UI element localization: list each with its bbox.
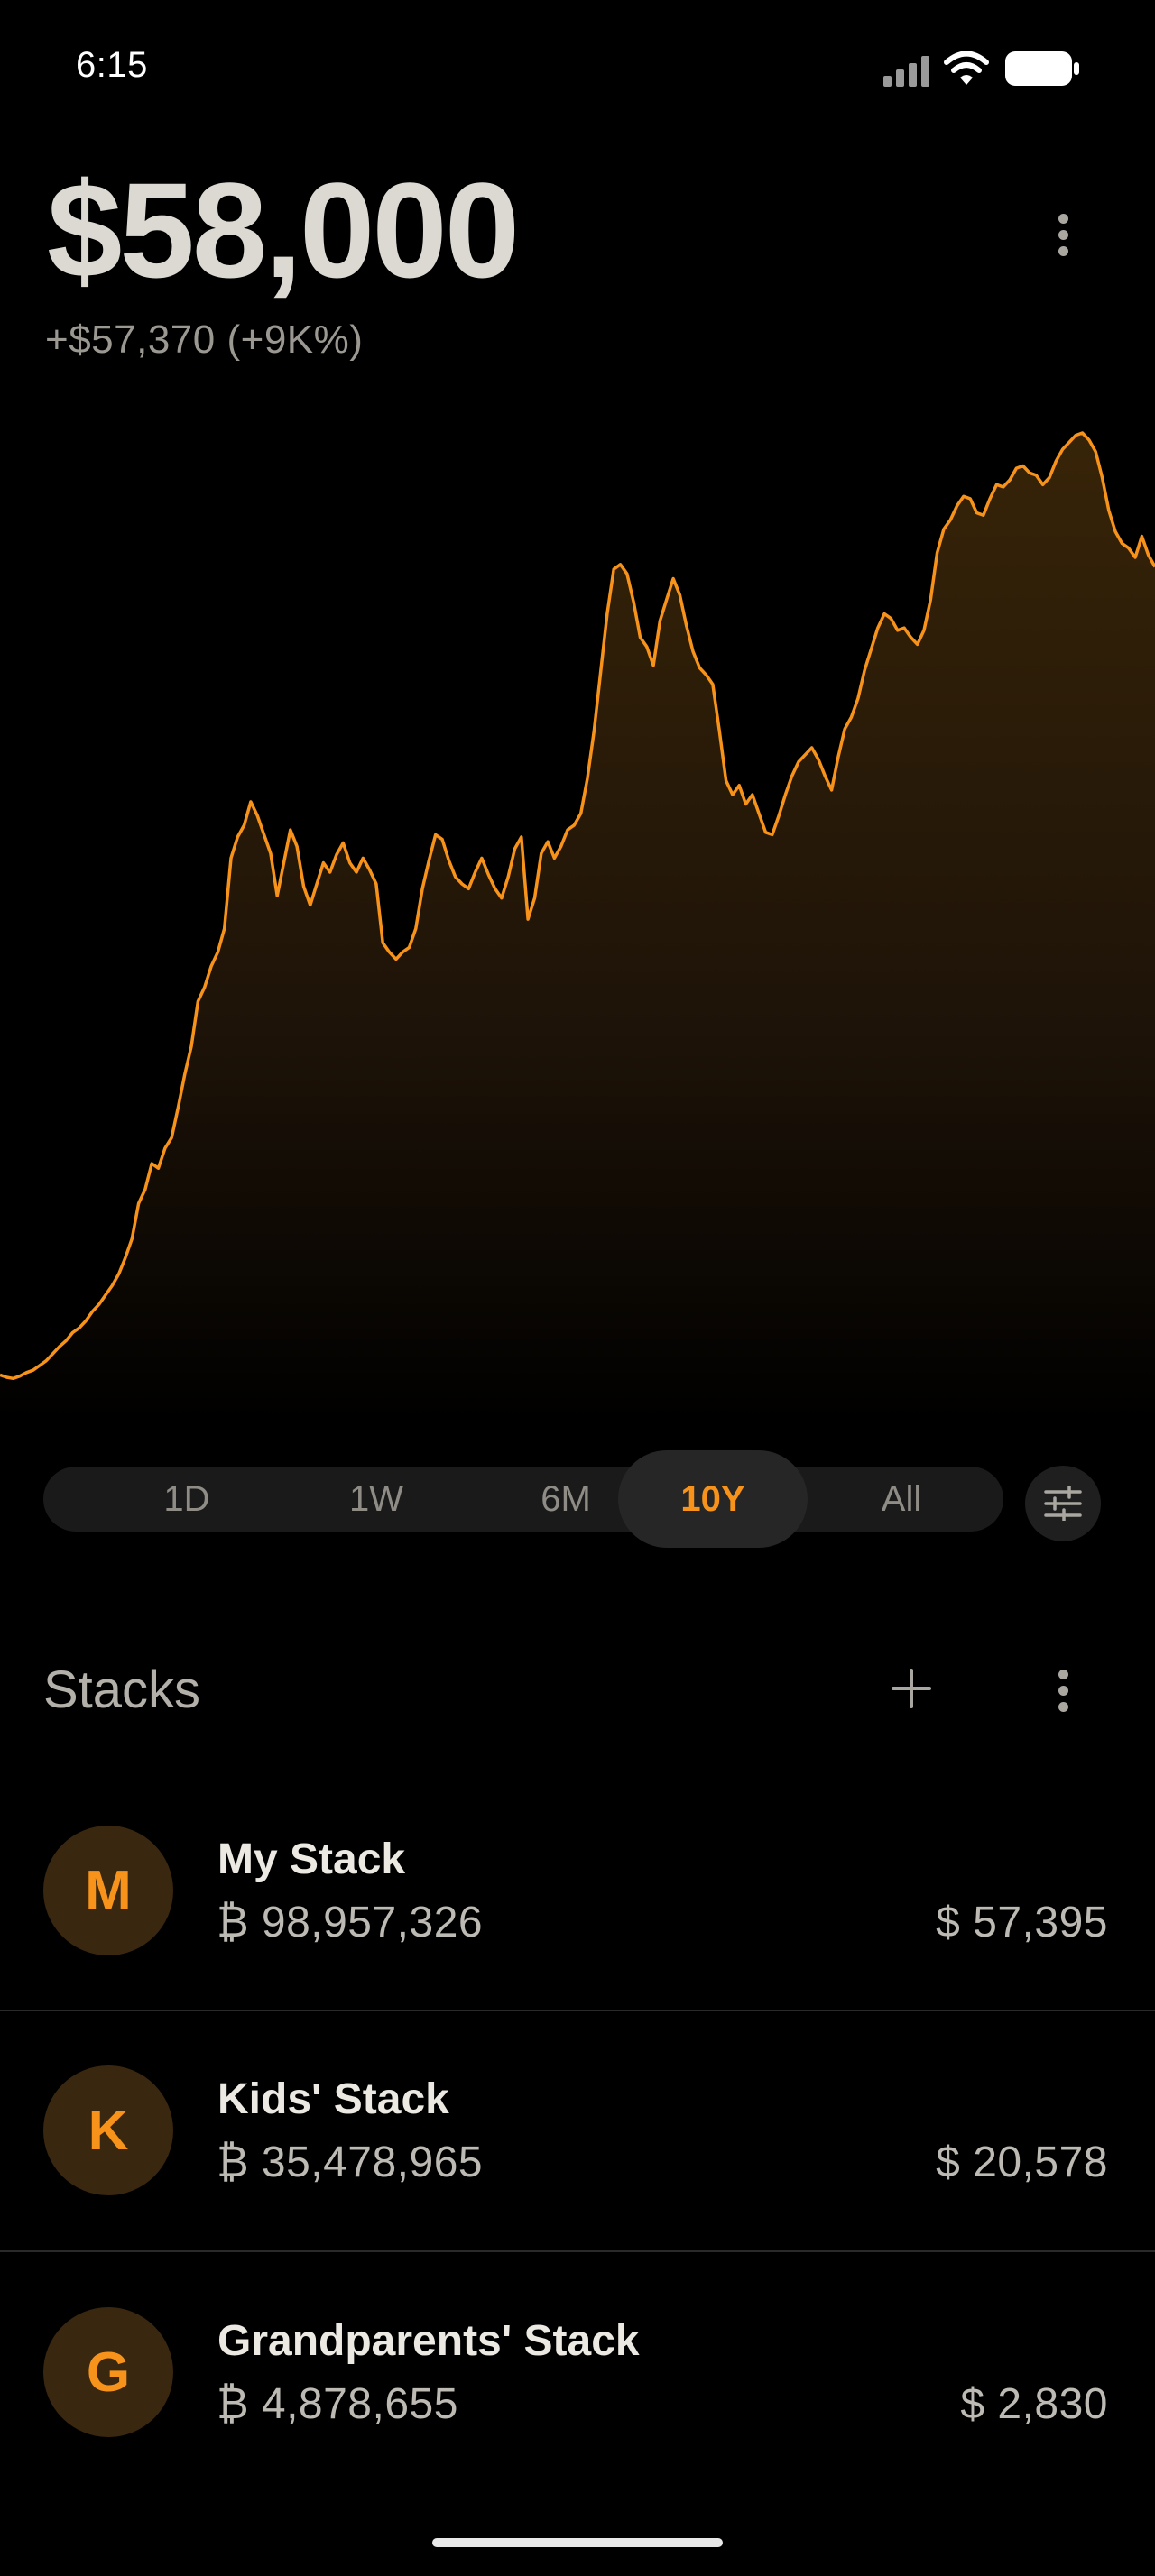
- stack-btc-amount: ₿ 98,957,326: [217, 1899, 484, 1946]
- range-1w-button[interactable]: 1W: [282, 1467, 471, 1532]
- divider: [0, 2010, 1155, 2011]
- range-1d-button[interactable]: 1D: [92, 1467, 282, 1532]
- home-indicator[interactable]: [432, 2538, 723, 2547]
- stack-name: Grandparents' Stack: [217, 2317, 640, 2365]
- price-chart[interactable]: [0, 397, 1155, 1425]
- range-all-button[interactable]: All: [807, 1467, 996, 1532]
- header-more-options-icon[interactable]: [1036, 207, 1090, 262]
- avatar: G: [43, 2307, 173, 2437]
- portfolio-change: +$57,370 (+9K%): [45, 317, 364, 362]
- avatar: M: [43, 1826, 173, 1955]
- stack-name: Kids' Stack: [217, 2075, 449, 2123]
- wifi-icon: [944, 51, 989, 85]
- cellular-signal-icon: [883, 56, 929, 87]
- stacks-section-title: Stacks: [43, 1661, 201, 1719]
- battery-icon: [1005, 51, 1079, 86]
- avatar: K: [43, 2065, 173, 2195]
- divider: [0, 2250, 1155, 2252]
- chart-settings-button[interactable]: [1025, 1466, 1101, 1541]
- stack-btc-amount: ₿ 35,478,965: [217, 2139, 484, 2186]
- plus-icon[interactable]: [882, 1660, 940, 1717]
- stack-btc-amount: ₿ 4,878,655: [217, 2380, 458, 2428]
- stack-name: My Stack: [217, 1835, 406, 1883]
- stack-usd-value: $ 57,395: [936, 1899, 1108, 1946]
- time-range-selector: 1D 1W 6M 10Y All: [43, 1450, 1003, 1548]
- stack-usd-value: $ 20,578: [936, 2139, 1108, 2186]
- range-10y-button[interactable]: 10Y: [618, 1450, 808, 1548]
- stack-row-my-stack[interactable]: M My Stack ₿ 98,957,326 $ 57,395: [0, 1775, 1155, 2015]
- stack-row-grandparents-stack[interactable]: G Grandparents' Stack ₿ 4,878,655 $ 2,83…: [0, 2257, 1155, 2497]
- stack-row-kids-stack[interactable]: K Kids' Stack ₿ 35,478,965 $ 20,578: [0, 2015, 1155, 2255]
- status-time: 6:15: [76, 45, 148, 85]
- portfolio-balance: $58,000: [47, 154, 520, 306]
- chart-area-fill: [0, 433, 1155, 1425]
- stack-usd-value: $ 2,830: [960, 2380, 1108, 2428]
- stacks-more-options-icon[interactable]: [1036, 1663, 1090, 1717]
- sliders-icon: [1044, 1486, 1082, 1521]
